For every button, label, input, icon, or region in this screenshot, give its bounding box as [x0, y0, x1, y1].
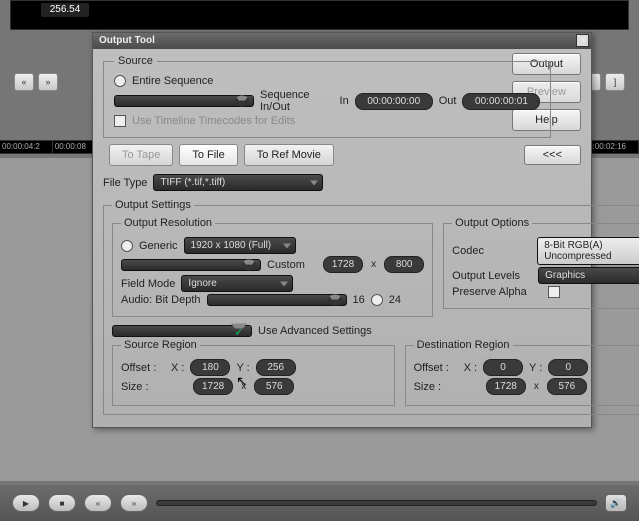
viewer-readout: 256.54 [41, 3, 89, 17]
src-y-label: Y : [236, 362, 249, 374]
in-label: In [340, 95, 349, 107]
src-size-w-field[interactable]: 1728 [193, 378, 233, 395]
file-type-select[interactable]: TIFF (*.tif,*.tiff) [153, 174, 323, 191]
src-size-h-field[interactable]: 576 [254, 378, 294, 395]
source-region-legend: Source Region [121, 339, 200, 351]
audio-16-label: 16 [353, 294, 365, 306]
src-offset-label: Offset : [121, 362, 165, 374]
in-timecode-field[interactable]: 00:00:00:00 [355, 93, 433, 110]
custom-width-field[interactable]: 1728 [323, 256, 363, 273]
scrub-track[interactable] [156, 500, 597, 506]
generic-radio[interactable] [121, 240, 133, 252]
play-button[interactable]: ▶ [12, 494, 40, 512]
dst-size-w-field[interactable]: 1728 [486, 378, 526, 395]
dst-offset-label: Offset : [414, 362, 458, 374]
destination-region-legend: Destination Region [414, 339, 513, 351]
dialog-title: Output Tool [99, 35, 155, 46]
rewind-button[interactable]: « [14, 73, 34, 91]
to-tape-tab[interactable]: To Tape [109, 144, 173, 166]
file-type-label: File Type [103, 177, 147, 189]
forward-button[interactable]: » [38, 73, 58, 91]
dialog-titlebar[interactable]: Output Tool × [93, 33, 591, 49]
entire-sequence-label: Entire Sequence [132, 75, 213, 87]
use-advanced-label: Use Advanced Settings [258, 325, 372, 337]
entire-sequence-radio[interactable] [114, 75, 126, 87]
volume-button[interactable]: 🔊 [605, 494, 627, 512]
use-timecodes-checkbox [114, 115, 126, 127]
dst-y-label: Y : [529, 362, 542, 374]
codec-select[interactable]: 8-Bit RGB(A) Uncompressed [537, 237, 639, 265]
source-legend: Source [114, 55, 157, 67]
output-resolution-legend: Output Resolution [121, 217, 215, 229]
src-offset-x-field[interactable]: 180 [190, 359, 230, 376]
custom-radio[interactable] [121, 259, 261, 271]
to-ref-movie-tab[interactable]: To Ref Movie [244, 144, 334, 166]
use-timecodes-label: Use Timeline Timecodes for Edits [132, 115, 295, 127]
out-label: Out [439, 95, 457, 107]
codec-label: Codec [452, 245, 531, 257]
output-options-legend: Output Options [452, 217, 532, 229]
generic-label: Generic [139, 240, 178, 252]
field-mode-label: Field Mode [121, 278, 175, 290]
viewer-panel: 256.54 [10, 0, 629, 30]
src-size-label: Size : [121, 381, 165, 393]
output-levels-label: Output Levels [452, 270, 532, 282]
output-tool-dialog: Output Tool × Output Preview Help Source… [92, 32, 592, 428]
output-levels-select[interactable]: Graphics [538, 267, 639, 284]
sequence-inout-radio[interactable] [114, 95, 254, 107]
to-file-tab[interactable]: To File [179, 144, 237, 166]
audio-bitdepth-label: Audio: Bit Depth [121, 294, 201, 306]
custom-height-field[interactable]: 800 [384, 256, 424, 273]
preserve-alpha-label: Preserve Alpha [452, 286, 542, 298]
audio-24-label: 24 [389, 294, 401, 306]
out-timecode-field[interactable]: 00:00:00:01 [462, 93, 540, 110]
dst-offset-x-field[interactable]: 0 [483, 359, 523, 376]
audio-24-radio[interactable] [371, 294, 383, 306]
src-x-label: X : [171, 362, 184, 374]
dst-x-label: X : [464, 362, 477, 374]
dst-size-label: Size : [414, 381, 458, 393]
dst-size-h-field[interactable]: 576 [547, 378, 587, 395]
resolution-preset-select[interactable]: 1920 x 1080 (Full) [184, 237, 296, 254]
use-advanced-checkbox[interactable] [112, 325, 252, 337]
sequence-inout-label: Sequence In/Out [260, 89, 315, 113]
src-offset-y-field[interactable]: 256 [256, 359, 296, 376]
prev-button[interactable]: « [84, 494, 112, 512]
collapse-button[interactable]: <<< [524, 145, 581, 165]
audio-16-radio[interactable] [207, 294, 347, 306]
bottom-transport: ▶ ■ « » 🔊 [0, 485, 639, 521]
x-sep: x [369, 259, 378, 270]
next-button[interactable]: » [120, 494, 148, 512]
close-icon[interactable]: × [576, 34, 589, 47]
output-settings-legend: Output Settings [112, 199, 194, 211]
ruler-tick: 00:00:04:2 [0, 141, 53, 153]
custom-label: Custom [267, 259, 305, 271]
dst-offset-y-field[interactable]: 0 [548, 359, 588, 376]
field-mode-select[interactable]: Ignore [181, 275, 293, 292]
stop-button[interactable]: ■ [48, 494, 76, 512]
preserve-alpha-checkbox[interactable] [548, 286, 560, 298]
out-button[interactable]: ] [605, 73, 625, 91]
